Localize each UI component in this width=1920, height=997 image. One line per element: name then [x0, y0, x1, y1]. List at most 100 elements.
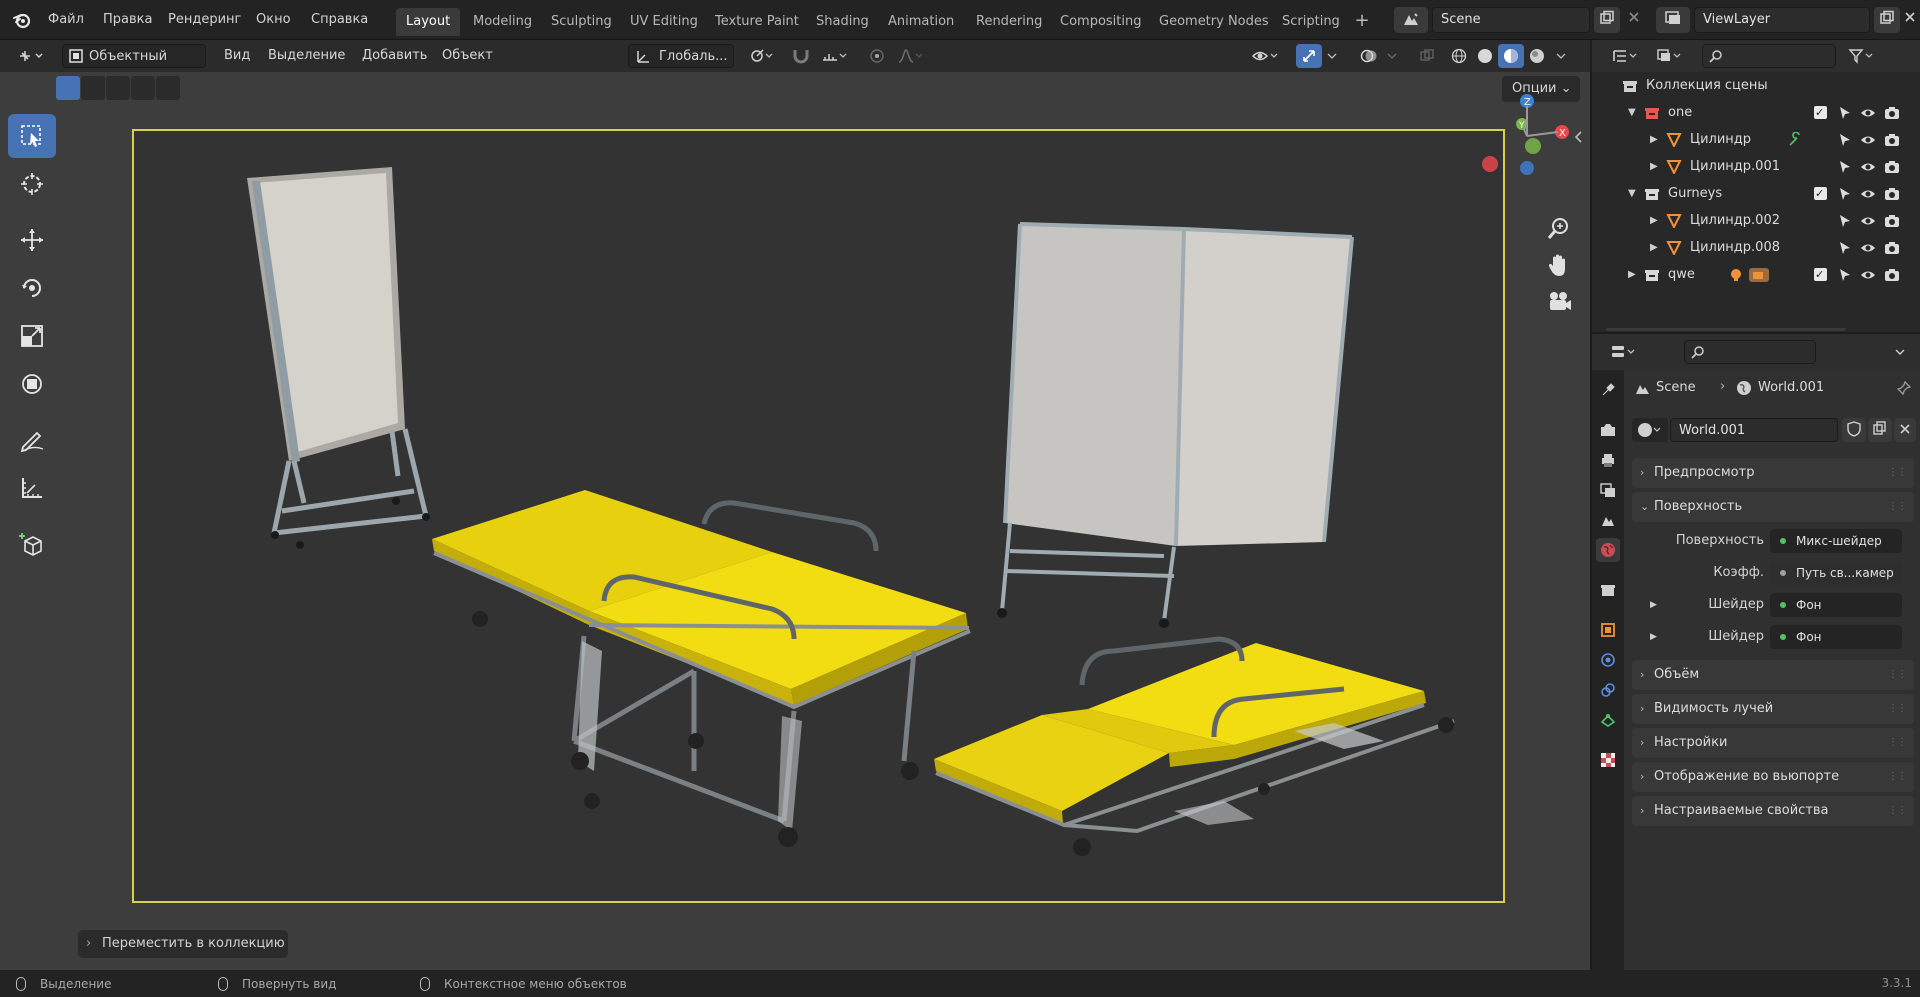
measure-tool[interactable] — [8, 466, 56, 510]
tab-sculpting[interactable]: Sculpting — [541, 8, 622, 36]
outliner-row-object[interactable]: ▶ Цилиндр — [1592, 126, 1920, 153]
pan-view-button[interactable] — [1544, 250, 1574, 280]
select-new-mode-button[interactable] — [56, 76, 80, 100]
add-cube-tool[interactable] — [8, 522, 56, 566]
gizmo-dropdown[interactable] — [1322, 44, 1342, 68]
properties-editor-type-button[interactable] — [1604, 340, 1644, 364]
tab-physics[interactable] — [1596, 648, 1620, 672]
outliner-row-collection[interactable]: ▶ qwe — [1592, 261, 1920, 288]
shading-material-button[interactable] — [1498, 44, 1524, 68]
delete-scene-button[interactable] — [1622, 7, 1646, 33]
panel-viewport-display[interactable]: › Отображение во вьюпорте ⋮⋮ — [1632, 762, 1914, 792]
render-camera-icon[interactable] — [1884, 105, 1900, 121]
expand-arrow-icon[interactable]: ▶ — [1650, 207, 1658, 234]
eye-icon[interactable] — [1860, 213, 1876, 229]
surface-shader-field[interactable]: Микс-шейдер — [1770, 529, 1902, 553]
tab-world[interactable] — [1596, 538, 1620, 562]
expand-arrow-icon[interactable]: ▼ — [1628, 180, 1636, 207]
expand-arrow-icon[interactable]: ▶ — [1650, 592, 1657, 618]
new-collection-button[interactable] — [1892, 44, 1916, 68]
proportional-edit-toggle[interactable] — [864, 44, 890, 68]
expand-arrow-icon[interactable]: ▶ — [1628, 261, 1636, 288]
outliner-row-scene-collection[interactable]: Коллекция сцены — [1592, 72, 1920, 99]
editor-type-button[interactable] — [12, 44, 52, 68]
expand-arrow-icon[interactable]: ▶ — [1650, 234, 1658, 261]
outliner-row-object[interactable]: ▶ Цилиндр.001 — [1592, 153, 1920, 180]
panel-volume[interactable]: › Объём ⋮⋮ — [1632, 660, 1914, 690]
duplicate-world-button[interactable] — [1868, 418, 1892, 442]
tab-geometry-nodes[interactable]: Geometry Nodes — [1149, 8, 1279, 36]
eye-icon[interactable] — [1860, 186, 1876, 202]
outliner-row-object[interactable]: ▶ Цилиндр.002 — [1592, 207, 1920, 234]
redo-last-panel[interactable]: › Переместить в коллекцию — [78, 930, 288, 958]
pivot-point-dropdown[interactable] — [742, 44, 782, 68]
outliner-editor-type-button[interactable] — [1606, 44, 1646, 68]
unlink-world-button[interactable] — [1894, 418, 1916, 442]
render-camera-icon[interactable] — [1884, 186, 1900, 202]
new-scene-button[interactable] — [1594, 7, 1620, 33]
selectable-arrow-icon[interactable] — [1837, 105, 1853, 121]
outliner-search-input[interactable] — [1702, 44, 1836, 68]
transform-orientation-dropdown[interactable]: Глобаль... — [628, 44, 734, 68]
tab-render[interactable] — [1596, 418, 1620, 442]
eye-icon[interactable] — [1860, 240, 1876, 256]
menu-add[interactable]: Добавить — [356, 44, 433, 68]
drag-grip-icon[interactable]: ⋮⋮ — [1888, 796, 1907, 826]
snap-toggle[interactable] — [788, 44, 814, 68]
camera-object-icon[interactable] — [1748, 267, 1770, 283]
scale-tool[interactable] — [8, 314, 56, 358]
exclude-checkbox[interactable] — [1814, 180, 1827, 207]
tab-scene[interactable] — [1596, 508, 1620, 532]
tab-collection[interactable] — [1596, 578, 1620, 602]
new-viewlayer-button[interactable] — [1874, 7, 1900, 33]
shading-rendered-button[interactable] — [1524, 44, 1550, 68]
select-intersect-mode-button[interactable] — [156, 76, 180, 100]
xray-toggle[interactable] — [1414, 44, 1440, 68]
shader-1-field[interactable]: Фон — [1770, 593, 1902, 617]
menu-help[interactable]: Справка — [303, 8, 376, 32]
eye-icon[interactable] — [1860, 267, 1876, 283]
menu-edit[interactable]: Правка — [95, 8, 160, 32]
panel-custom-properties[interactable]: › Настраиваемые свойства ⋮⋮ — [1632, 796, 1914, 826]
outliner-row-collection[interactable]: ▼ one — [1592, 99, 1920, 126]
tab-compositing[interactable]: Compositing — [1050, 8, 1152, 36]
drag-grip-icon[interactable]: ⋮⋮ — [1888, 660, 1907, 690]
tab-view-layer[interactable] — [1596, 478, 1620, 502]
tab-texture-paint[interactable]: Texture Paint — [705, 8, 809, 36]
selectable-arrow-icon[interactable] — [1837, 240, 1853, 256]
annotate-tool[interactable] — [8, 418, 56, 462]
render-camera-icon[interactable] — [1884, 240, 1900, 256]
tab-shading[interactable]: Shading — [806, 8, 879, 36]
menu-select[interactable]: Выделение — [262, 44, 351, 68]
display-mode-dropdown[interactable] — [1650, 44, 1690, 68]
expand-arrow-icon[interactable]: ▶ — [1650, 624, 1657, 650]
navigation-gizmo[interactable]: Z X Y — [1500, 92, 1580, 192]
modifier-wrench-icon[interactable] — [1787, 132, 1803, 148]
world-browse-button[interactable] — [1632, 418, 1668, 442]
select-extend-mode-button[interactable] — [81, 76, 105, 100]
selectable-arrow-icon[interactable] — [1837, 213, 1853, 229]
tab-rendering[interactable]: Rendering — [966, 8, 1052, 36]
scene-selector-button[interactable] — [1394, 7, 1428, 33]
tab-constraints[interactable] — [1596, 678, 1620, 702]
expand-arrow-icon[interactable]: ▼ — [1628, 99, 1636, 126]
tab-uv-editing[interactable]: UV Editing — [620, 8, 708, 36]
light-bulb-icon[interactable] — [1728, 267, 1744, 283]
3d-viewport[interactable]: Опции ⌄ Z X Y › Переместить в коллекцию — [0, 72, 1590, 970]
viewlayer-name-field[interactable]: ViewLayer — [1694, 7, 1870, 33]
tab-object-data[interactable] — [1596, 708, 1620, 732]
exclude-checkbox[interactable] — [1814, 261, 1827, 288]
overlays-toggle[interactable] — [1356, 44, 1382, 68]
add-workspace-button[interactable]: + — [1350, 8, 1374, 34]
select-subtract-mode-button[interactable] — [106, 76, 130, 100]
blender-logo-icon[interactable] — [12, 10, 32, 30]
panel-ray-visibility[interactable]: › Видимость лучей ⋮⋮ — [1632, 694, 1914, 724]
expand-arrow-icon[interactable]: ▶ — [1650, 153, 1658, 180]
shader-2-field[interactable]: Фон — [1770, 625, 1902, 649]
shading-solid-button[interactable] — [1472, 44, 1498, 68]
menu-window[interactable]: Окно — [248, 8, 299, 32]
expand-arrow-icon[interactable]: ▶ — [1650, 126, 1658, 153]
shading-wireframe-button[interactable] — [1446, 44, 1472, 68]
render-camera-icon[interactable] — [1884, 159, 1900, 175]
render-camera-icon[interactable] — [1884, 267, 1900, 283]
